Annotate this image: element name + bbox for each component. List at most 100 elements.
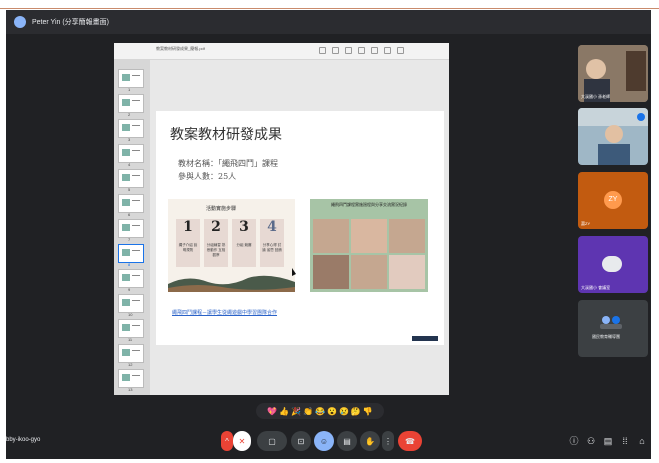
page-thumbnail[interactable] — [118, 244, 144, 263]
more-options-icon[interactable] — [397, 47, 404, 54]
page-thumbnail[interactable] — [118, 119, 144, 138]
page-thumbnail[interactable] — [118, 269, 144, 288]
slide-link[interactable]: 繩飛四鬥課程－讓學生從繩遊戲中學習團隊合作 — [172, 309, 277, 316]
fit-page-icon[interactable] — [345, 47, 352, 54]
thumbnail-page-number: 8 — [128, 262, 131, 267]
host-controls-button[interactable]: ⌂ — [637, 436, 647, 446]
thumbnail-page-number: 7 — [128, 237, 131, 242]
participant-tile[interactable]: 大溪國小 會議室 — [578, 236, 648, 293]
participant-tile[interactable]: 大溪國小 孫老師 — [578, 45, 648, 102]
slide-line-participants: 參與人數：25人 — [178, 172, 237, 181]
lock-icon: ⌂ — [639, 436, 645, 446]
presenter-label: Peter Yin (分享簡報畫面) — [32, 19, 110, 26]
thumbnail-sidebar: 1 2 3 4 5 6 7 8 9 10 11 12 13 — [114, 59, 150, 395]
reaction-emoji-icon[interactable]: 👎 — [363, 407, 373, 416]
people-button[interactable]: ⚇ — [586, 436, 596, 446]
mic-options-button[interactable]: ^ — [221, 431, 233, 451]
camera-toggle-button[interactable]: ▢ — [257, 431, 287, 451]
reaction-emoji-icon[interactable]: 🤔 — [351, 407, 361, 416]
reaction-emoji-icon[interactable]: 🎉 — [291, 407, 301, 416]
mic-off-icon: ✕ — [238, 436, 246, 446]
reaction-emoji-icon[interactable]: 👍 — [279, 407, 289, 416]
slide-line-material: 教材名稱：「繩飛四鬥」課程 — [178, 159, 278, 168]
people-icon: ⚇ — [586, 436, 596, 446]
page-thumbnail[interactable] — [118, 319, 144, 338]
photo-tile — [313, 255, 349, 289]
thumbnail-page-number: 12 — [128, 362, 133, 367]
thumbnail-image — [122, 324, 130, 331]
page-thumbnail[interactable] — [118, 344, 144, 363]
info-button[interactable]: ⓘ — [569, 436, 579, 446]
thumbnail-image — [122, 199, 130, 206]
more-options-button[interactable]: ⋮ — [382, 431, 394, 451]
page-thumbnail[interactable] — [118, 294, 144, 313]
meeting-code: bby-ikoo-gyo — [6, 437, 41, 443]
thumbnail-image — [122, 274, 130, 281]
meet-window: Peter Yin (分享簡報畫面) 教案教材研發成果_簡報.pdf 12345… — [6, 10, 651, 459]
emoji-icon: ☺ — [319, 436, 329, 446]
pdf-tool-icons — [319, 47, 404, 54]
thumbnail-page-number: 6 — [128, 212, 131, 217]
thumbnail-image — [122, 149, 130, 156]
participant-tile[interactable] — [578, 108, 648, 165]
people-icon — [600, 316, 622, 329]
page-thumbnail[interactable] — [118, 219, 144, 238]
captions-button[interactable]: ⊡ — [291, 431, 311, 451]
step-number: 4 — [267, 219, 277, 235]
thumbnail-page-number: 1 — [128, 87, 131, 92]
reaction-emoji-icon[interactable]: 😮 — [327, 407, 337, 416]
chat-button[interactable]: ▤ — [603, 436, 613, 446]
page-thumbnail[interactable] — [118, 69, 144, 88]
thumbnail-text-line — [132, 250, 140, 251]
reaction-emoji-icon[interactable]: 💖 — [267, 407, 277, 416]
thumbnail-image — [122, 224, 130, 231]
presenter-bar: Peter Yin (分享簡報畫面) — [6, 10, 651, 34]
step-card: 3 分組 競賽 — [232, 219, 256, 267]
emoji-button[interactable]: ☺ — [314, 431, 334, 451]
thumbnail-text-line — [132, 125, 140, 126]
more-participants-tile[interactable]: 國民教育輔導團 — [578, 300, 648, 357]
thumbnail-text-line — [132, 150, 140, 151]
zoom-in-icon[interactable] — [332, 47, 339, 54]
page-thumbnail[interactable] — [118, 169, 144, 188]
step-number: 2 — [211, 219, 221, 235]
photo-collage — [313, 219, 425, 289]
present-button[interactable]: ▤ — [337, 431, 357, 451]
thumbnail-text-line — [132, 100, 140, 101]
raise-hand-icon: ✋ — [365, 436, 375, 446]
step-card: 2 分組練習 熟悉動作 互相觀摩 — [204, 219, 228, 267]
raise-hand-button[interactable]: ✋ — [360, 431, 380, 451]
page-thumbnail[interactable] — [118, 194, 144, 213]
pdf-toolbar: 教案教材研發成果_簡報.pdf — [114, 43, 449, 60]
participant-video — [578, 108, 648, 165]
download-icon[interactable] — [384, 47, 391, 54]
participant-tile[interactable]: ZY 蕭ZY — [578, 172, 648, 229]
page-thumbnail[interactable] — [118, 369, 144, 388]
reaction-emoji-icon[interactable]: 😂 — [315, 407, 325, 416]
page-thumbnail[interactable] — [118, 94, 144, 113]
leave-call-button[interactable]: ☎ — [398, 431, 422, 451]
steps-panel-title: 活動實施步驟 — [206, 206, 237, 212]
reaction-emoji-icon[interactable]: 😢 — [339, 407, 349, 416]
thumbnail-image — [122, 299, 130, 306]
page-thumbnail[interactable] — [118, 144, 144, 163]
step-number: 3 — [239, 219, 249, 235]
steps-panel: 活動實施步驟 1 繩子介紹 說明規則 2 分組練習 熟悉動作 互相觀摩 3 分組… — [168, 199, 295, 292]
reaction-emoji-icon[interactable]: 👏 — [303, 407, 313, 416]
rotate-icon[interactable] — [358, 47, 365, 54]
step-label: 分組練習 熟悉動作 互相觀摩 — [206, 243, 226, 257]
participant-initials: ZY — [604, 191, 622, 209]
zoom-out-icon[interactable] — [319, 47, 326, 54]
thumbnail-text-line — [132, 200, 140, 201]
photo-tile — [389, 219, 425, 253]
thumbnail-page-number: 5 — [128, 187, 131, 192]
chevron-up-icon: ^ — [225, 436, 229, 446]
thumbnail-page-number: 11 — [128, 337, 133, 342]
info-icon: ⓘ — [569, 436, 579, 446]
chat-icon: ▤ — [603, 436, 613, 446]
activities-button[interactable]: ⁞⁞ — [620, 436, 630, 446]
print-icon[interactable] — [371, 47, 378, 54]
tile-label: 國民教育輔導團 — [592, 334, 620, 339]
mic-toggle-button[interactable]: ✕ — [233, 431, 251, 451]
thumbnail-page-number: 3 — [128, 137, 131, 142]
